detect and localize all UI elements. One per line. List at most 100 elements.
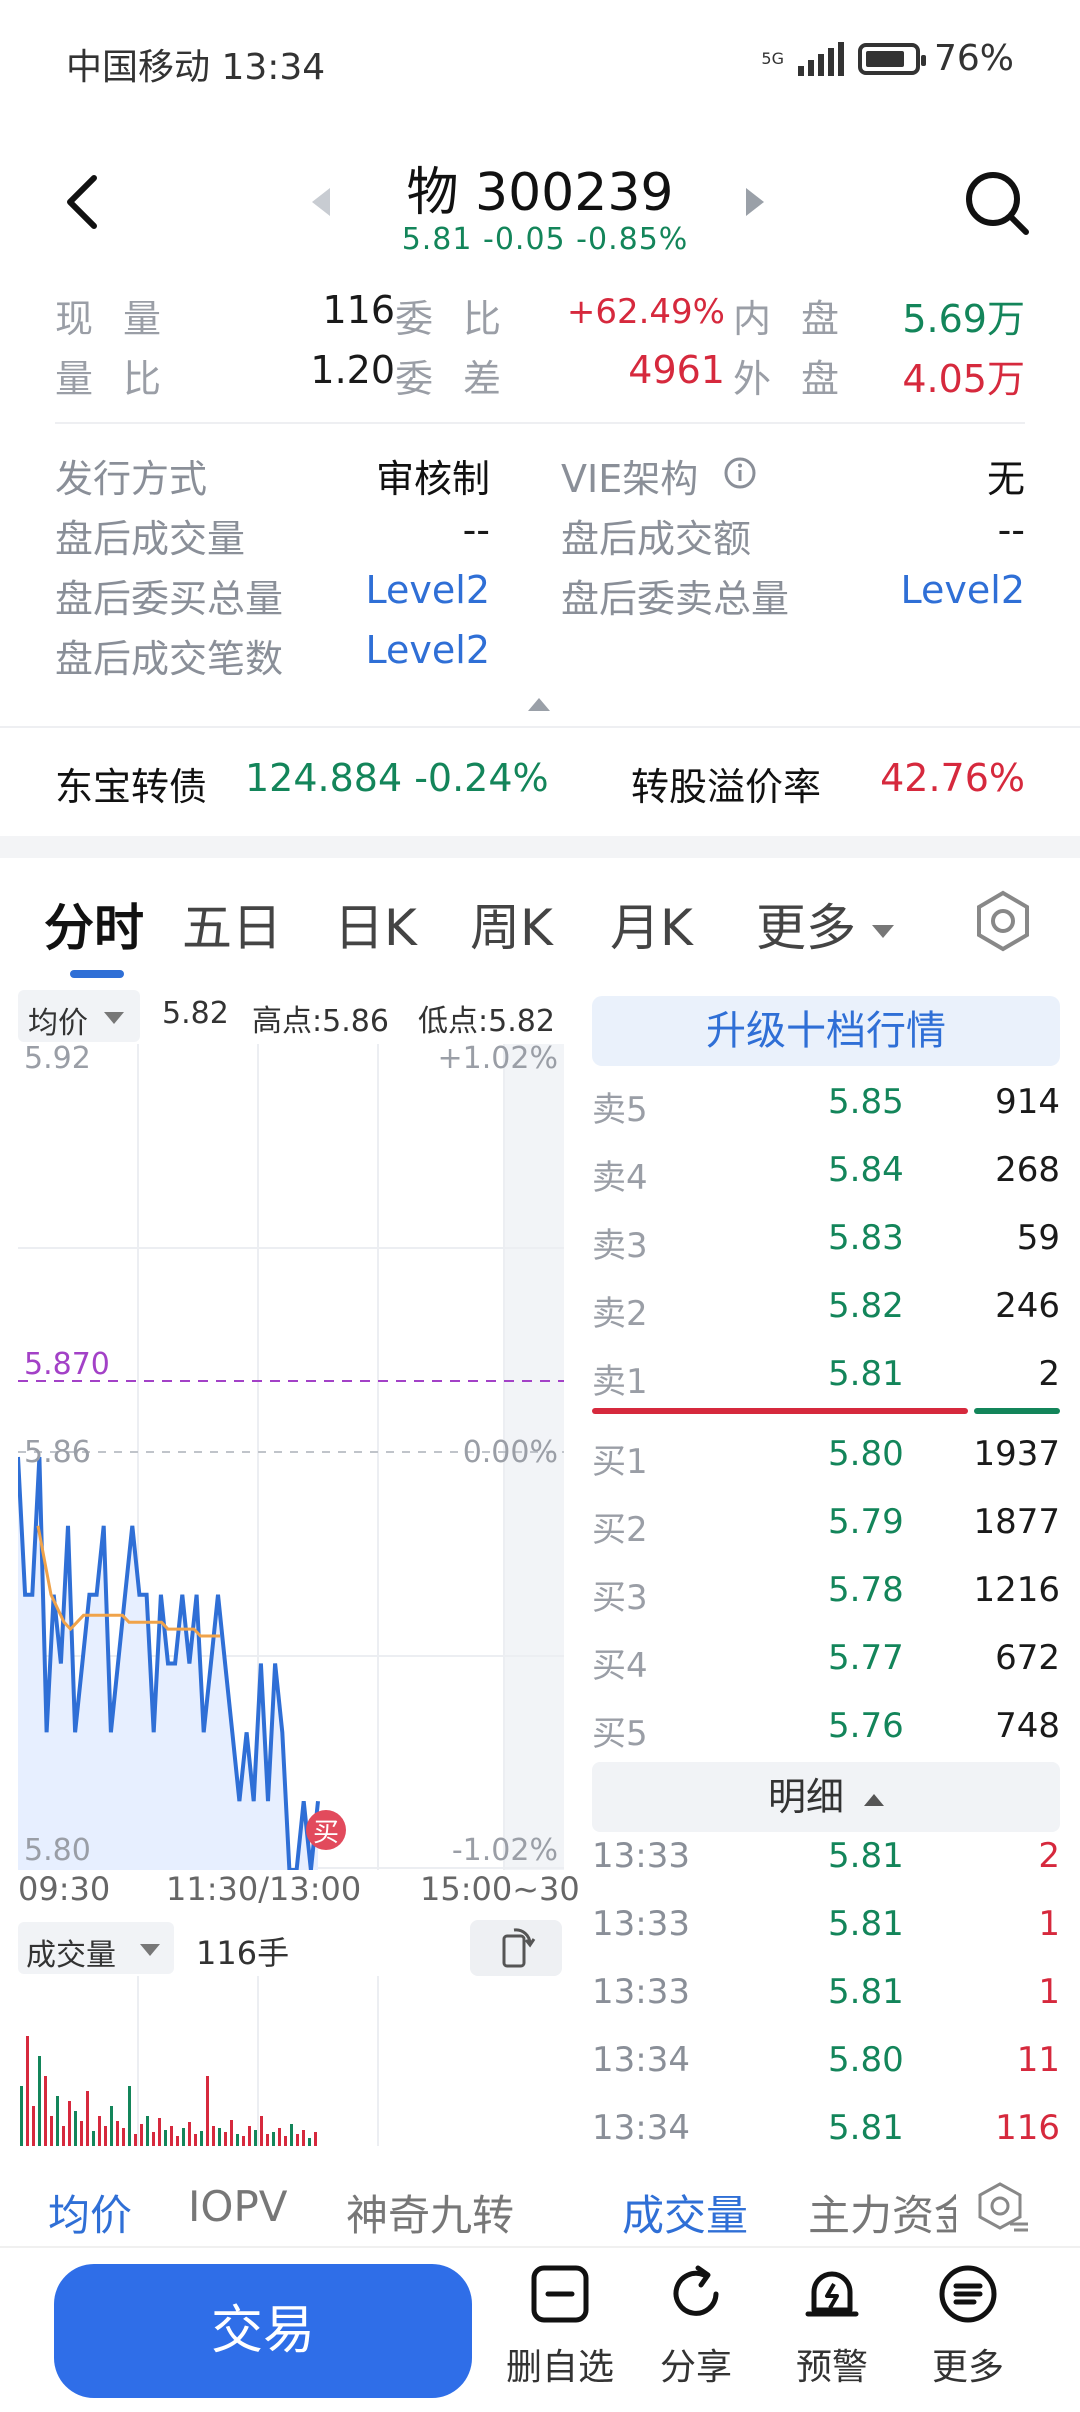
alert-button[interactable]: 预警 — [772, 2262, 892, 2390]
trade-volume: 11 — [1016, 2040, 1060, 2080]
detail-toggle[interactable]: 明细 — [592, 1762, 1060, 1832]
back-icon[interactable] — [58, 172, 108, 232]
sell-order-row: 卖3 5.83 59 — [592, 1206, 1060, 1274]
collapse-icon[interactable] — [528, 698, 550, 711]
info-grid: 发行方式 审核制 VIE架构 无 盘后成交量 -- 盘后成交额 -- 盘后委买总… — [55, 448, 1025, 708]
indicator-settings-icon[interactable] — [974, 2180, 1030, 2236]
volume-bar — [44, 2076, 47, 2146]
intraday-chart[interactable]: 5.92 +1.02% 5.870 5.86 0.00% 5.80 -1.02%… — [18, 1044, 564, 1870]
order-volume: 59 — [1016, 1218, 1060, 1258]
remove-watchlist-icon — [528, 2262, 592, 2326]
divider — [0, 726, 1080, 728]
order-volume: 914 — [995, 1082, 1060, 1122]
volume-bar — [140, 2124, 143, 2146]
order-diff-label: 委差 — [395, 357, 532, 401]
order-price: 5.78 — [828, 1570, 904, 1610]
indicator-volume[interactable]: 成交量 — [622, 2182, 748, 2243]
sell-order-row: 卖2 5.82 246 — [592, 1274, 1060, 1342]
trade-price: 5.80 — [828, 2040, 904, 2080]
order-level: 买3 — [592, 1578, 648, 1618]
ref-price: 5.870 — [24, 1347, 110, 1382]
caret-up-icon — [864, 1793, 885, 1806]
remove-watchlist-button[interactable]: 删自选 — [500, 2262, 620, 2390]
ah-sell-link[interactable]: Level2 — [901, 568, 1025, 612]
indicator-td9[interactable]: 神奇九转 — [346, 2182, 514, 2243]
ah-volume-value: -- — [462, 508, 490, 552]
order-price: 5.79 — [828, 1502, 904, 1542]
volume-bar — [164, 2130, 167, 2146]
tab-more[interactable]: 更多 — [756, 888, 894, 960]
order-level: 买2 — [592, 1510, 648, 1550]
buy-order-row: 买1 5.80 1937 — [592, 1422, 1060, 1490]
sell-order-row: 卖1 5.81 2 — [592, 1342, 1060, 1410]
volume-bar — [152, 2132, 155, 2146]
bond-label: 东宝转债 — [55, 765, 208, 809]
buy-order-row: 买4 5.77 672 — [592, 1626, 1060, 1694]
upgrade-level10-button[interactable]: 升级十档行情 — [592, 996, 1060, 1066]
trade-button[interactable]: 交易 — [54, 2264, 472, 2398]
avg-selector-label: 均价 — [28, 1006, 88, 1041]
chart-settings-icon[interactable] — [972, 890, 1034, 952]
avg-selector[interactable]: 均价 — [18, 990, 140, 1042]
tab-monthly-k[interactable]: 月K — [610, 888, 693, 960]
volume-bar — [212, 2126, 215, 2146]
volume-bar — [92, 2131, 95, 2146]
quote-row-2: 量比 1.20 委差 4961 外盘 4.05万 — [55, 348, 1025, 404]
ah-amount-label: 盘后成交额 — [561, 517, 752, 561]
volume-ratio-value: 1.20 — [310, 348, 395, 392]
low-point: 低点:5.82 — [418, 1004, 555, 1039]
ah-count-link[interactable]: Level2 — [366, 628, 490, 672]
vie-label: VIE架构 — [561, 457, 699, 501]
trade-time: 13:34 — [592, 2108, 690, 2148]
indicator-main-fund[interactable]: 主力资金 — [808, 2182, 956, 2243]
volume-bar — [296, 2134, 299, 2146]
y-axis-bottom: 5.80 — [24, 1833, 91, 1868]
volume-selector[interactable]: 成交量 — [18, 1922, 174, 1974]
volume-bar — [194, 2134, 197, 2146]
tab-intraday[interactable]: 分时 — [44, 888, 144, 960]
tab-weekly-k[interactable]: 周K — [470, 888, 553, 960]
search-icon[interactable] — [962, 168, 1032, 238]
volume-bar — [86, 2091, 89, 2146]
volume-bar — [254, 2130, 257, 2146]
premium-label: 转股溢价率 — [631, 765, 822, 809]
order-ratio-label: 委比 — [395, 297, 532, 341]
next-stock-icon[interactable] — [746, 188, 764, 216]
convertible-bond-row[interactable]: 东宝转债 124.884 -0.24% 转股溢价率 42.76% — [55, 756, 1025, 816]
share-icon — [664, 2262, 728, 2326]
volume-bar — [314, 2132, 317, 2146]
volume-now-value: 116 — [322, 288, 395, 332]
order-volume: 246 — [995, 1286, 1060, 1326]
issue-label: 发行方式 — [55, 457, 208, 501]
order-price: 5.77 — [828, 1638, 904, 1678]
trade-price: 5.81 — [828, 2108, 904, 2148]
bond-value: 124.884 -0.24% — [245, 756, 549, 800]
more-button[interactable]: 更多 — [908, 2262, 1028, 2390]
volume-bar — [200, 2131, 203, 2146]
vie-value: 无 — [986, 457, 1025, 501]
order-level: 卖3 — [592, 1226, 648, 1266]
order-level: 卖2 — [592, 1294, 648, 1334]
volume-bar — [248, 2126, 251, 2146]
order-volume: 268 — [995, 1150, 1060, 1190]
buy-marker-label: 买 — [313, 1818, 339, 1848]
indicator-avg[interactable]: 均价 — [48, 2182, 132, 2243]
tab-daily-k[interactable]: 日K — [334, 888, 417, 960]
volume-bar — [308, 2138, 311, 2146]
prev-stock-icon[interactable] — [312, 188, 330, 216]
order-price: 5.81 — [828, 1354, 904, 1394]
volume-bar — [284, 2136, 287, 2146]
volume-bar — [230, 2120, 233, 2146]
trade-volume: 1 — [1038, 1904, 1060, 1944]
volume-bar — [38, 2056, 41, 2146]
inner-value: 5.69万 — [902, 297, 1025, 341]
volume-bar — [290, 2124, 293, 2146]
indicator-iopv[interactable]: IOPV — [188, 2182, 288, 2231]
rotate-icon[interactable] — [470, 1920, 562, 1976]
info-icon[interactable] — [723, 456, 757, 490]
tab-five-day[interactable]: 五日 — [182, 888, 282, 960]
buy-order-row: 买5 5.76 748 — [592, 1694, 1060, 1762]
trade-volume: 2 — [1038, 1836, 1060, 1876]
share-button[interactable]: 分享 — [636, 2262, 756, 2390]
ah-buy-link[interactable]: Level2 — [366, 568, 490, 612]
